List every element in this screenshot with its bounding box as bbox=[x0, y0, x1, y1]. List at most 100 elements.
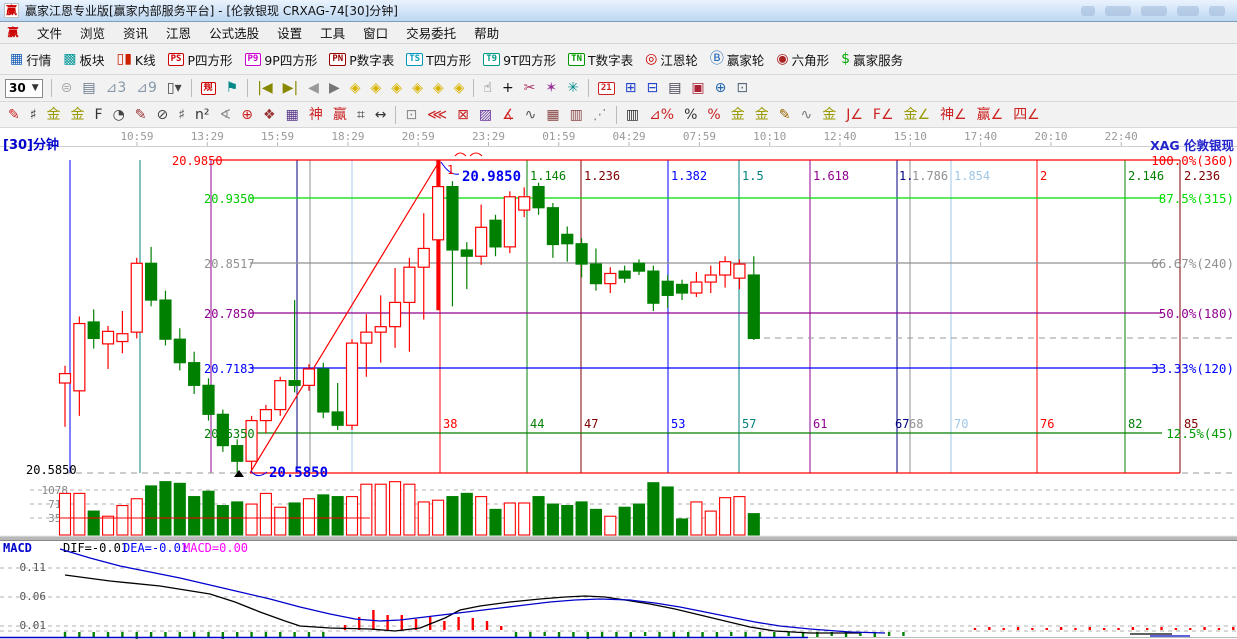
gann-diamond-hspan-icon[interactable]: ◈ bbox=[386, 78, 407, 98]
j-angle-tool[interactable]: J∠ bbox=[841, 105, 868, 125]
crosshair-icon[interactable]: + bbox=[497, 78, 519, 98]
hand-icon[interactable]: ☝ bbox=[478, 78, 497, 98]
si-angle-tool[interactable]: 四∠ bbox=[1008, 105, 1045, 125]
fill-grid-tool[interactable]: ▦ bbox=[541, 105, 564, 125]
window-control-icon[interactable] bbox=[1177, 6, 1199, 16]
calculator-icon[interactable]: ⊞ bbox=[620, 78, 642, 98]
net-icon[interactable]: ⊜ bbox=[56, 78, 78, 98]
9t-square-button[interactable]: T99T四方形 bbox=[477, 47, 562, 72]
window-controls[interactable] bbox=[1081, 6, 1233, 16]
ruler-tool[interactable]: ⌗ bbox=[352, 105, 370, 125]
next-bar-icon[interactable]: ▶ bbox=[324, 78, 345, 98]
menu-item-3[interactable]: 江恩 bbox=[157, 21, 200, 44]
prev-bar-icon[interactable]: ◀ bbox=[303, 78, 324, 98]
grid-tool[interactable]: ♯ bbox=[25, 105, 42, 125]
ying-box-tool[interactable]: 赢 bbox=[328, 105, 352, 125]
chart9-icon[interactable]: ⊿9 bbox=[131, 78, 162, 98]
network-icon[interactable]: ⊕ bbox=[710, 78, 732, 98]
wave-tool[interactable]: ∿ bbox=[520, 105, 542, 125]
sort-icon[interactable]: ⚑ bbox=[221, 78, 244, 98]
window-control-icon[interactable] bbox=[1105, 6, 1131, 16]
snip-icon[interactable]: ✂ bbox=[519, 78, 541, 98]
circle-grid-tool[interactable]: ⊘ bbox=[152, 105, 174, 125]
slant-tool[interactable]: ⋰ bbox=[588, 105, 612, 125]
chart3-icon[interactable]: ⊿3 bbox=[101, 78, 132, 98]
t-table-button[interactable]: TNT数字表 bbox=[562, 47, 639, 72]
last-bar-icon[interactable]: ▶| bbox=[278, 78, 303, 98]
menu-item-9[interactable]: 帮助 bbox=[465, 21, 508, 44]
chart-area[interactable]: 10:5913:2915:5918:2920:5923:2901:5904:29… bbox=[0, 128, 1237, 639]
gann-diamond-vspan-icon[interactable]: ◈ bbox=[407, 78, 428, 98]
note-icon[interactable]: ▤ bbox=[663, 78, 686, 98]
brush-tool[interactable]: ✎ bbox=[774, 105, 796, 125]
gold-line-tool[interactable]: 金 bbox=[750, 105, 774, 125]
pencil-grid-tool[interactable]: ✎ bbox=[130, 105, 152, 125]
save-icon[interactable]: ▣ bbox=[686, 78, 709, 98]
alert-icon[interactable]: 规 bbox=[196, 79, 221, 98]
pencil-tool[interactable]: ✎ bbox=[3, 105, 25, 125]
menu-item-6[interactable]: 工具 bbox=[311, 21, 354, 44]
percent-line-tool[interactable]: % bbox=[702, 105, 725, 125]
gold-under-tool[interactable]: 金 bbox=[817, 105, 841, 125]
gann-diamond-in-icon[interactable]: ◈ bbox=[428, 78, 449, 98]
shen-box-tool[interactable]: 神 bbox=[304, 105, 328, 125]
angle-tool[interactable]: ∢ bbox=[215, 105, 237, 125]
dense-grid-tool[interactable]: ♯ bbox=[173, 105, 190, 125]
sector-button[interactable]: ▩板块 bbox=[57, 47, 110, 72]
festival-icon[interactable]: ✶ bbox=[540, 78, 562, 98]
box-web-tool[interactable]: ▦ bbox=[281, 105, 304, 125]
abacus-icon[interactable]: ⊟ bbox=[641, 78, 663, 98]
window-control-icon[interactable] bbox=[1081, 6, 1095, 16]
gann-diamond-left-icon[interactable]: ◈ bbox=[345, 78, 366, 98]
calendar-icon[interactable]: 21 bbox=[593, 79, 620, 98]
candle-style-icon[interactable]: ▯▾ bbox=[162, 78, 187, 98]
gann-wheel-button[interactable]: ◎江恩轮 bbox=[639, 47, 704, 72]
angle-fan-tool[interactable]: ∡ bbox=[497, 105, 520, 125]
menu-item-0[interactable]: 文件 bbox=[28, 21, 71, 44]
window-control-icon[interactable] bbox=[1209, 6, 1225, 16]
web-tool[interactable]: ❖ bbox=[258, 105, 281, 125]
gann-diamond-out-icon[interactable]: ◈ bbox=[449, 78, 470, 98]
period-select[interactable]: 30 ▼ bbox=[5, 79, 43, 98]
fan-box-tool[interactable]: ⊠ bbox=[452, 105, 474, 125]
menu-item-5[interactable]: 设置 bbox=[268, 21, 311, 44]
ying-angle-tool[interactable]: 赢∠ bbox=[972, 105, 1009, 125]
9p-square-button[interactable]: P99P四方形 bbox=[239, 47, 324, 72]
kline-button[interactable]: ▯▮K线 bbox=[111, 47, 162, 72]
n2-grid-tool[interactable]: n² bbox=[190, 105, 215, 125]
gold-grid2-tool[interactable]: 金 bbox=[66, 105, 90, 125]
percent-tool[interactable]: % bbox=[679, 105, 702, 125]
clipboard-icon[interactable]: ▤ bbox=[77, 78, 100, 98]
fill-grid2-tool[interactable]: ▥ bbox=[565, 105, 588, 125]
kline-chart[interactable]: 10:5913:2915:5918:2920:5923:2901:5904:29… bbox=[0, 128, 1237, 639]
menu-item-1[interactable]: 浏览 bbox=[71, 21, 114, 44]
tri-percent-tool[interactable]: ⊿% bbox=[644, 105, 679, 125]
f-grid-tool[interactable]: F bbox=[90, 105, 108, 125]
pane-splitter[interactable] bbox=[0, 536, 1237, 541]
web-icon[interactable]: ✳ bbox=[562, 78, 584, 98]
web-box-tool[interactable]: ▨ bbox=[474, 105, 497, 125]
gann-diamond-right-icon[interactable]: ◈ bbox=[366, 78, 387, 98]
winner-wheel-button[interactable]: Ⓑ赢家轮 bbox=[704, 47, 771, 72]
menu-item-7[interactable]: 窗口 bbox=[354, 21, 397, 44]
title-bar[interactable]: 赢 赢家江恩专业版[赢家内部服务平台] - [伦敦银现 CRXAG-74[30]… bbox=[0, 0, 1237, 22]
spiral-tool[interactable]: ◔ bbox=[108, 105, 130, 125]
shen-angle-tool[interactable]: 神∠ bbox=[935, 105, 972, 125]
fan-tool[interactable]: ⋘ bbox=[422, 105, 452, 125]
gold-angle-tool[interactable]: 金∠ bbox=[899, 105, 936, 125]
col-percent-tool[interactable]: ▥ bbox=[621, 105, 644, 125]
menu-item-8[interactable]: 交易委托 bbox=[397, 21, 465, 44]
corner-box-tool[interactable]: ⊡ bbox=[400, 105, 422, 125]
f-angle-tool[interactable]: F∠ bbox=[868, 105, 899, 125]
p-table-button[interactable]: PNP数字表 bbox=[323, 47, 400, 72]
menu-item-2[interactable]: 资讯 bbox=[114, 21, 157, 44]
menu-item-4[interactable]: 公式选股 bbox=[200, 21, 268, 44]
hexagon-button[interactable]: ◉六角形 bbox=[770, 47, 835, 72]
gold-circle-tool[interactable]: 金 bbox=[726, 105, 750, 125]
width-tool[interactable]: ↔ bbox=[370, 105, 392, 125]
winner-service-button[interactable]: $赢家服务 bbox=[835, 47, 909, 72]
t-square-button[interactable]: TST四方形 bbox=[400, 47, 477, 72]
compass-tool[interactable]: ⊕ bbox=[236, 105, 258, 125]
window-control-icon[interactable] bbox=[1141, 6, 1167, 16]
first-bar-icon[interactable]: |◀ bbox=[252, 78, 277, 98]
